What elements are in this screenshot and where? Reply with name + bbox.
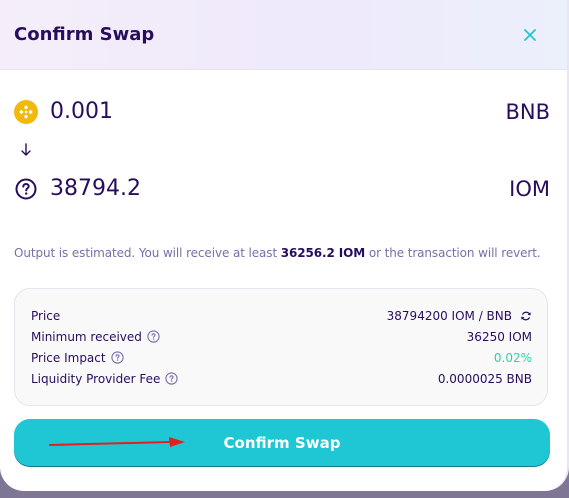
minimum-received-row: Minimum received 36250 IOM <box>31 326 532 347</box>
price-row: Price 38794200 IOM / BNB <box>31 305 532 326</box>
output-amount: 38794.2 <box>50 176 141 201</box>
bnb-token-icon <box>14 99 38 124</box>
lp-fee-value: 0.0000025 BNB <box>437 371 532 386</box>
input-amount: 0.001 <box>50 99 113 124</box>
price-invert-button[interactable] <box>520 310 532 322</box>
arrow-down-icon <box>21 143 31 156</box>
price-impact-value: 0.02% <box>493 350 532 365</box>
output-token-symbol: IOM <box>509 176 550 201</box>
estimate-notice: Output is estimated. You will receive at… <box>14 246 559 260</box>
price-impact-row: Price Impact 0.02% <box>31 347 532 368</box>
help-icon[interactable] <box>165 372 179 385</box>
lp-fee-row: Liquidity Provider Fee 0.0000025 BNB <box>31 368 532 389</box>
confirm-swap-modal: Confirm Swap 0.001 BNB 38794.2 IOM Outpu… <box>0 0 569 491</box>
help-icon[interactable] <box>147 330 160 343</box>
output-token-row: 38794.2 IOM <box>14 176 550 201</box>
refresh-icon <box>521 311 531 320</box>
confirm-swap-button-label: Confirm Swap <box>223 434 341 452</box>
estimate-prefix: Output is estimated. You will receive at… <box>14 246 281 260</box>
price-impact-label: Price Impact <box>31 350 106 365</box>
close-icon <box>524 28 536 41</box>
modal-header: Confirm Swap <box>0 0 567 70</box>
input-token-row: 0.001 BNB <box>14 99 550 124</box>
price-value: 38794200 IOM / BNB <box>386 308 512 323</box>
price-label: Price <box>31 308 61 323</box>
unknown-token-icon <box>15 178 37 199</box>
estimate-suffix: or the transaction will revert. <box>365 246 541 260</box>
swap-details-panel: Price 38794200 IOM / BNB Minimum receive… <box>14 288 548 406</box>
lp-fee-label: Liquidity Provider Fee <box>31 371 161 386</box>
close-button[interactable] <box>516 21 544 49</box>
help-icon[interactable] <box>110 351 124 364</box>
modal-title: Confirm Swap <box>14 23 155 45</box>
minimum-received-value: 36250 IOM <box>466 329 532 344</box>
input-token-symbol: BNB <box>505 99 550 124</box>
annotation-arrow-icon <box>49 437 185 447</box>
estimate-minimum-amount: 36256.2 IOM <box>280 246 366 260</box>
minimum-received-label: Minimum received <box>31 329 142 344</box>
